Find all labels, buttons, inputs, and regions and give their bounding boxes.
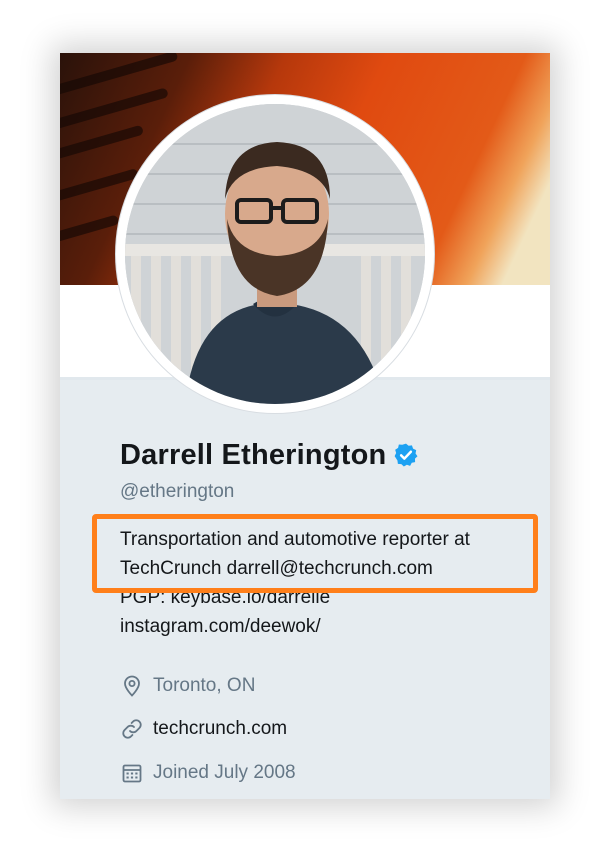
avatar[interactable] [116,95,434,413]
bio-line: Transportation and automotive reporter a… [120,529,470,550]
profile-name[interactable]: Darrell Etherington [120,439,386,472]
joined-date: Joined July 2008 [153,762,296,783]
verified-badge-icon [395,443,418,467]
bio-line[interactable]: instagram.com/deewok/ [120,612,540,641]
website-link[interactable]: techcrunch.com [153,718,287,740]
bio-line[interactable]: PGP: keybase.io/darrelle [120,583,540,612]
map-pin-icon [124,675,140,697]
banner-stripe [60,214,120,252]
avatar-photo [125,104,425,404]
profile-bio: Transportation and automotive reporter a… [120,525,540,641]
link-icon [122,719,142,739]
joined-row: Joined July 2008 [120,761,296,785]
name-row: Darrell Etherington [120,437,419,473]
bio-line[interactable]: TechCrunch darrell@techcrunch.com [120,554,540,583]
profile-handle[interactable]: @etherington [120,481,234,503]
banner-stripe [60,124,145,168]
profile-card: Darrell Etherington @etherington Transpo… [60,53,550,799]
calendar-icon [122,764,142,783]
location-row: Toronto, ON [120,674,255,698]
website-row: techcrunch.com [120,717,287,741]
location-text: Toronto, ON [153,675,256,696]
banner-stripe [60,87,169,133]
